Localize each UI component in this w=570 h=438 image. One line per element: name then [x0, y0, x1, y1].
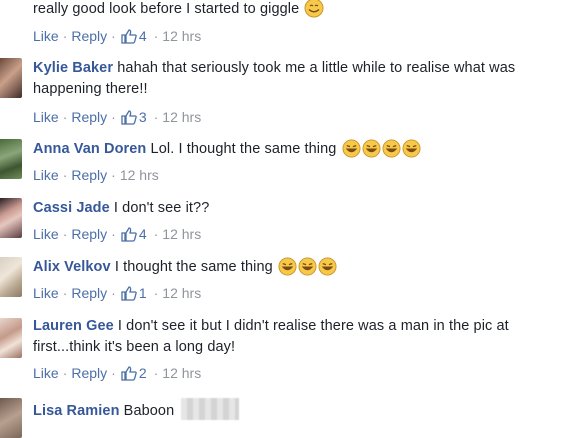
- timestamp[interactable]: 12 hrs: [120, 167, 159, 183]
- timestamp[interactable]: 12 hrs: [162, 285, 201, 301]
- reply-link[interactable]: Reply: [71, 365, 107, 381]
- commenter-name[interactable]: Anna Van Doren: [33, 141, 146, 157]
- like-link[interactable]: Like: [33, 28, 59, 44]
- separator: ·: [62, 226, 68, 242]
- thumbs-up-icon[interactable]: [121, 109, 137, 125]
- separator: ·: [153, 28, 159, 44]
- laughing-emoji-icon: [402, 139, 421, 158]
- thumbs-up-icon[interactable]: [121, 226, 137, 242]
- like-count: 1: [138, 285, 147, 301]
- smile-emoji-icon: [304, 0, 324, 18]
- reply-link[interactable]: Reply: [71, 226, 107, 242]
- like-link[interactable]: Like: [33, 285, 59, 301]
- separator: ·: [111, 285, 116, 301]
- like-link[interactable]: Like: [33, 109, 59, 125]
- separator: ·: [62, 167, 68, 183]
- timestamp[interactable]: 12 hrs: [162, 28, 201, 44]
- comment-actions: Like · Reply · 1 · 12 hrs: [33, 285, 201, 301]
- like-link[interactable]: Like: [33, 365, 59, 381]
- comment-text: Lauren Gee I don't see it but I didn't r…: [33, 316, 564, 358]
- avatar[interactable]: [0, 58, 22, 98]
- laughing-emoji-icon: [318, 257, 337, 276]
- comment-text: Alix Velkov I thought the same thing: [33, 257, 564, 278]
- reply-link[interactable]: Reply: [71, 28, 107, 44]
- avatar[interactable]: [0, 318, 22, 358]
- timestamp[interactable]: 12 hrs: [162, 109, 201, 125]
- timestamp[interactable]: 12 hrs: [162, 365, 201, 381]
- laughing-emoji-icon: [342, 139, 361, 158]
- separator: ·: [111, 167, 116, 183]
- reply-link[interactable]: Reply: [71, 109, 107, 125]
- comment-text: Cassi Jade I don't see it??: [33, 198, 564, 219]
- comment-actions: Like · Reply · 3 · 12 hrs: [33, 109, 201, 125]
- comment-actions: Like · Reply · 4 · 12 hrs: [33, 28, 201, 44]
- comment-actions: Like · Reply · 2 · 12 hrs: [33, 365, 201, 381]
- comment-text: Anna Van Doren Lol. I thought the same t…: [33, 139, 564, 160]
- separator: ·: [62, 285, 68, 301]
- laughing-emoji-group: [277, 257, 337, 276]
- thumbs-up-icon[interactable]: [121, 28, 137, 44]
- like-count: 4: [138, 226, 147, 242]
- comment-actions: Like · Reply · 12 hrs: [33, 167, 159, 183]
- separator: ·: [153, 226, 159, 242]
- separator: ·: [62, 28, 68, 44]
- comment-body: I thought the same thing: [114, 259, 273, 275]
- comment-body: Baboon: [123, 403, 175, 419]
- separator: ·: [62, 109, 68, 125]
- comment-text: Kylie Baker hahah that seriously took me…: [33, 58, 564, 100]
- avatar[interactable]: [0, 257, 22, 297]
- timestamp[interactable]: 12 hrs: [162, 226, 201, 242]
- like-count: 4: [138, 28, 147, 44]
- separator: ·: [62, 365, 68, 381]
- laughing-emoji-icon: [362, 139, 381, 158]
- comment-text: Lisa Ramien Baboon: [33, 398, 564, 422]
- comment-body: Lol. I thought the same thing: [150, 141, 337, 157]
- separator: ·: [153, 365, 159, 381]
- separator: ·: [111, 28, 116, 44]
- commenter-name[interactable]: Kylie Baker: [33, 60, 113, 76]
- avatar[interactable]: [0, 398, 22, 438]
- separator: ·: [153, 285, 159, 301]
- like-count: 2: [138, 365, 147, 381]
- comment-body: really good look before I started to gig…: [33, 1, 300, 17]
- thumbs-up-icon[interactable]: [121, 285, 137, 301]
- reply-link[interactable]: Reply: [71, 167, 107, 183]
- avatar[interactable]: [0, 198, 22, 238]
- commenter-name[interactable]: Alix Velkov: [33, 259, 111, 275]
- avatar[interactable]: [0, 139, 22, 179]
- separator: ·: [111, 365, 116, 381]
- comment-actions: Like · Reply · 4 · 12 hrs: [33, 226, 201, 242]
- blurred-image: [181, 398, 240, 420]
- like-link[interactable]: Like: [33, 167, 59, 183]
- reply-link[interactable]: Reply: [71, 285, 107, 301]
- laughing-emoji-icon: [278, 257, 297, 276]
- commenter-name[interactable]: Lauren Gee: [33, 318, 114, 334]
- laughing-emoji-group: [341, 139, 421, 158]
- separator: ·: [111, 109, 116, 125]
- separator: ·: [153, 109, 159, 125]
- commenter-name[interactable]: Lisa Ramien: [33, 403, 120, 419]
- thumbs-up-icon[interactable]: [121, 365, 137, 381]
- laughing-emoji-icon: [382, 139, 401, 158]
- laughing-emoji-icon: [298, 257, 317, 276]
- comment-text: really good look before I started to gig…: [33, 0, 564, 20]
- commenter-name[interactable]: Cassi Jade: [33, 200, 110, 216]
- separator: ·: [111, 226, 116, 242]
- comment-body: I don't see it??: [113, 200, 210, 216]
- like-link[interactable]: Like: [33, 226, 59, 242]
- like-count: 3: [138, 109, 147, 125]
